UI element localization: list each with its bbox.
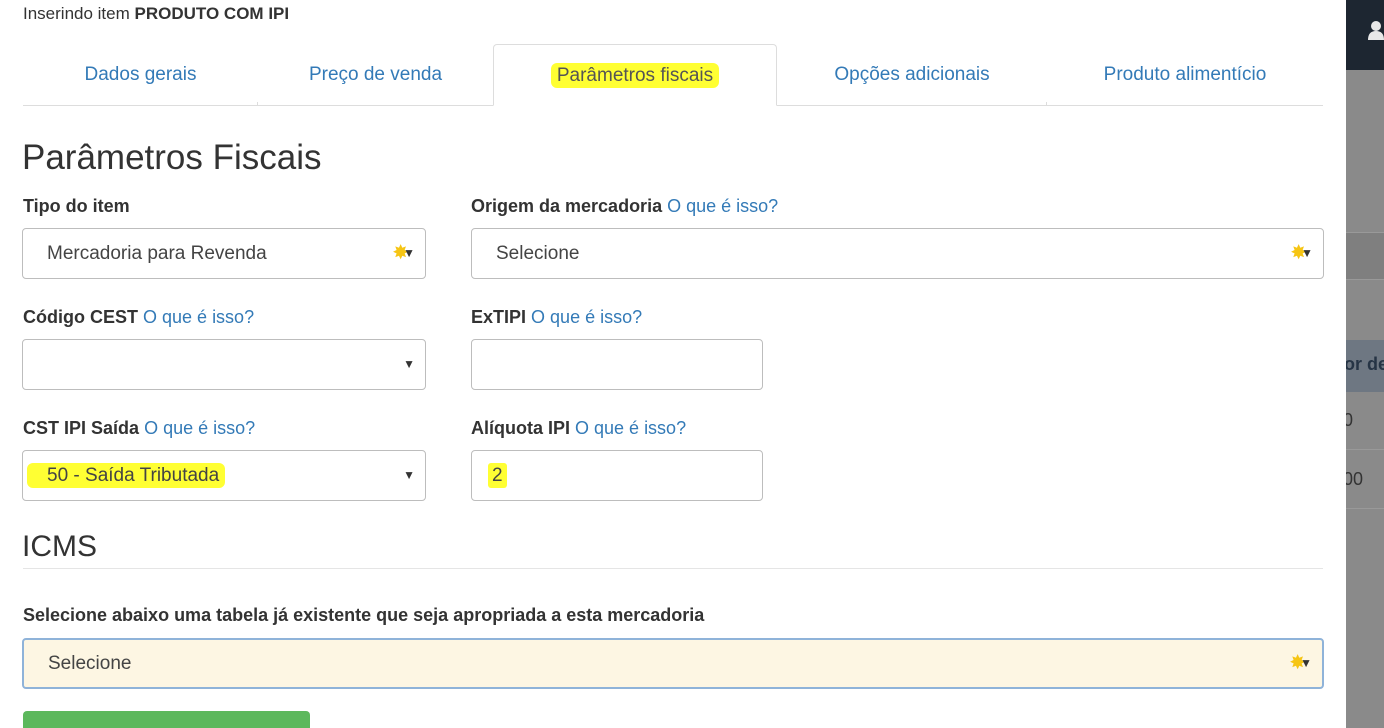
product-name: PRODUTO COM IPI <box>134 4 290 23</box>
background-header-text: or de <box>1344 354 1384 374</box>
action-button[interactable] <box>23 711 310 728</box>
tab-parametros-fiscais[interactable]: Parâmetros fiscais <box>493 44 777 106</box>
background-toolbar <box>1346 232 1384 280</box>
tab-preco-de-venda[interactable]: Preço de venda <box>258 44 493 106</box>
modal-header: Inserindo item PRODUTO COM IPI <box>23 4 289 24</box>
background-table-header: or de <box>1344 340 1384 392</box>
extipi-input[interactable] <box>471 339 763 390</box>
label-tipo-item: Tipo do item <box>23 196 130 216</box>
user-icon[interactable] <box>1368 20 1384 40</box>
help-link-extipi[interactable]: O que é isso? <box>531 307 642 327</box>
section-title-fiscal: Parâmetros Fiscais <box>22 138 322 177</box>
tab-opcoes-adicionais[interactable]: Opções adicionais <box>777 44 1047 106</box>
caret-down-icon: ▼ <box>403 468 415 482</box>
help-link-cst-ipi[interactable]: O que é isso? <box>144 418 255 438</box>
section-divider <box>23 568 1323 569</box>
background-table-row: 0 <box>1343 392 1384 450</box>
label-cest: Código CEST O que é isso? <box>23 307 255 327</box>
background-navbar <box>1346 0 1384 70</box>
aliquota-ipi-input[interactable]: 2 <box>471 450 763 501</box>
tipo-item-select[interactable]: Mercadoria para Revenda ✸ ▼ <box>22 228 426 279</box>
tab-produto-alimenticio[interactable]: Produto alimentício <box>1047 44 1323 106</box>
caret-down-icon: ▼ <box>403 246 415 260</box>
tab-bar: Dados gerais Preço de venda Parâmetros f… <box>23 44 1323 106</box>
help-link-origem[interactable]: O que é isso? <box>667 196 778 216</box>
label-cst-ipi: CST IPI Saída O que é isso? <box>23 418 256 438</box>
cest-select[interactable]: ▼ <box>22 339 426 390</box>
label-extipi: ExTIPI O que é isso? <box>471 307 643 327</box>
background-page: or de 0 00 <box>1343 0 1384 728</box>
cst-ipi-select[interactable]: 50 - Saída Tributada ▼ <box>22 450 426 501</box>
label-aliquota-ipi: Alíquota IPI O que é isso? <box>471 418 687 438</box>
caret-down-icon: ▼ <box>1300 656 1312 670</box>
tab-dados-gerais[interactable]: Dados gerais <box>23 44 258 106</box>
caret-down-icon: ▼ <box>403 357 415 371</box>
label-icms-table: Selecione abaixo uma tabela já existente… <box>23 605 705 625</box>
header-prefix: Inserindo item <box>23 4 130 23</box>
caret-down-icon: ▼ <box>1301 246 1313 260</box>
screen: or de 0 00 Inserindo item PRODUTO COM IP… <box>0 0 1384 728</box>
modal-dialog: Inserindo item PRODUTO COM IPI Dados ger… <box>0 0 1346 728</box>
origem-select[interactable]: Selecione ✸ ▼ <box>471 228 1324 279</box>
background-table-row: 00 <box>1343 451 1384 509</box>
section-title-icms: ICMS <box>22 530 97 563</box>
label-origem: Origem da mercadoria O que é isso? <box>471 196 779 216</box>
help-link-cest[interactable]: O que é isso? <box>143 307 254 327</box>
help-link-aliquota-ipi[interactable]: O que é isso? <box>575 418 686 438</box>
icms-table-select[interactable]: Selecione ✸ ▼ <box>22 638 1324 689</box>
